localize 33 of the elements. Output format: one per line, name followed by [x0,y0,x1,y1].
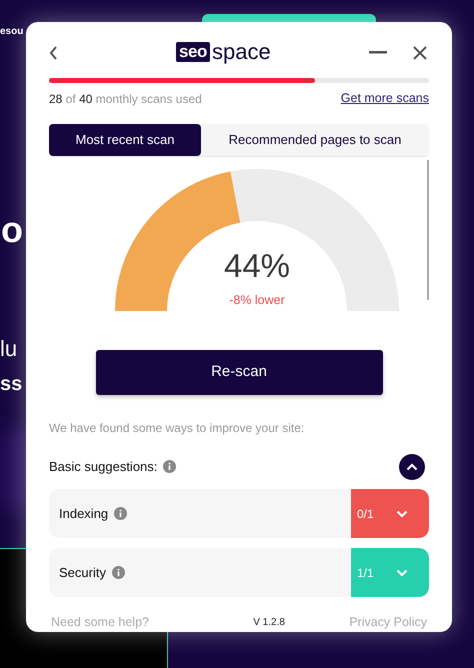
usage-text: 28 of 40 monthly scans used [49,90,202,108]
close-icon[interactable] [413,46,427,60]
get-more-scans-link[interactable]: Get more scans [340,88,429,108]
tab[interactable]: Most recent scan [49,124,201,156]
info-icon[interactable] [163,460,176,474]
back-icon[interactable] [49,46,58,60]
suggestion-row[interactable]: Security 1/1 [49,548,429,598]
background-text: lu [0,338,18,360]
info-icon[interactable] [114,507,128,520]
intro-text: We have found some ways to improve your site: [49,420,306,438]
collapse-button[interactable] [399,454,425,480]
chevron-up-icon [406,462,418,471]
suggestion-row[interactable]: Indexing 0/1 [49,489,429,538]
background-text: ss [0,374,22,394]
minimize-icon[interactable] [369,51,387,54]
score-value: 44% [224,247,290,284]
status-count: 0/1 [357,506,374,523]
logo-text: space [212,41,271,63]
suggestion-label: Indexing [59,504,108,523]
version-text: V 1.2.8 [253,616,285,630]
scrollbar[interactable] [427,160,429,300]
background-text: esou [0,27,24,37]
suggestion-label: Security [59,564,106,582]
logo-mark: seo [176,42,210,62]
chevron-down-icon[interactable] [396,510,408,518]
tab[interactable]: Recommended pages to scan [201,124,429,156]
score-change: -8% lower [229,293,285,308]
status-count: 1/1 [357,564,374,582]
chevron-down-icon[interactable] [396,568,408,577]
info-icon[interactable] [112,566,125,580]
section-title: Basic suggestions: [49,458,158,476]
rescan-button[interactable]: Re-scan [96,350,382,396]
background-text: o [1,212,23,248]
